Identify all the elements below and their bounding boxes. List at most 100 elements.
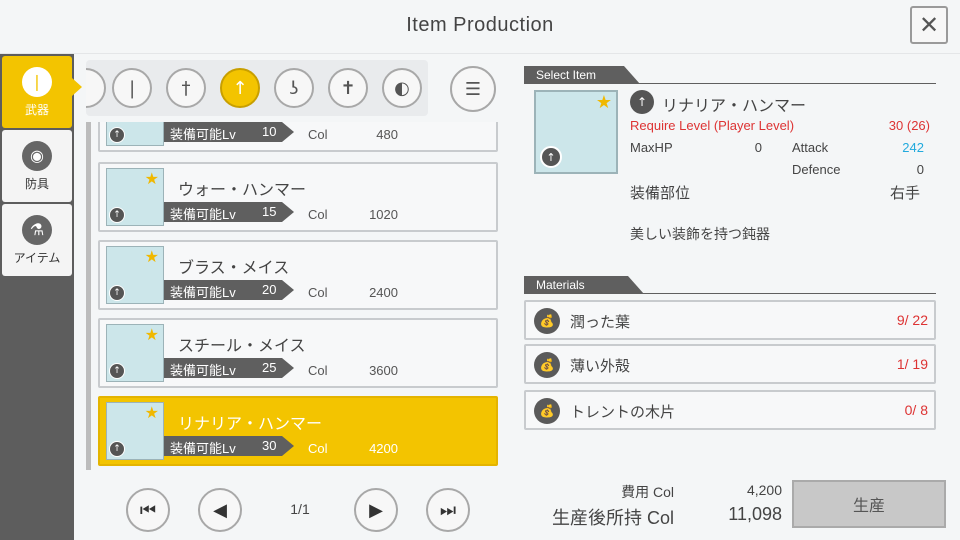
level-strip: 装備可能Lv 10 (164, 122, 294, 142)
skip-last-icon: ⏭ (439, 499, 457, 521)
filter-mace-button[interactable]: ↑ (220, 68, 260, 108)
selected-item-name: リナリア・ハンマー (662, 96, 807, 115)
item-thumbnail: ★ ↑ (106, 324, 164, 382)
axe-icon: ʖ (289, 77, 299, 99)
filter-shield-button[interactable]: ◐ (382, 68, 422, 108)
level-value: 20 (262, 282, 277, 297)
item-name: ウォー・ハンマー (178, 180, 307, 199)
list-item[interactable]: ↑ 装備可能Lv 10 Col 480 (98, 122, 498, 152)
title-bar: Item Production ✕ (0, 0, 960, 54)
armor-icon: ◉ (22, 140, 52, 171)
item-name: スチール・メイス (178, 336, 306, 355)
category-sidebar: ❘ 武器 ◉ 防具 ⚗ アイテム (0, 54, 74, 540)
close-icon: ✕ (918, 11, 940, 39)
sort-icon: ☰ (464, 78, 482, 100)
material-row[interactable]: 💰 潤った葉 9/ 22 (524, 300, 936, 340)
active-category-pointer (72, 78, 82, 96)
sort-button[interactable]: ☰ (450, 66, 496, 112)
attack-label: Attack (792, 140, 829, 155)
first-page-button[interactable]: ⏮ (126, 488, 170, 532)
next-icon: ▶ (369, 499, 383, 521)
item-name: リナリア・ハンマー (178, 414, 323, 433)
material-bag-icon: 💰 (534, 308, 560, 334)
slot-value: 右手 (889, 184, 920, 202)
filter-partial-button[interactable] (86, 68, 106, 108)
rapier-icon: † (181, 77, 191, 99)
sword-icon: ❘ (124, 77, 140, 99)
filter-sword-button[interactable]: ❘ (112, 68, 152, 108)
filter-axe-button[interactable]: ʖ (274, 68, 314, 108)
list-item[interactable]: ★ ↑ スチール・メイス 装備可能Lv 25 Col 3600 (98, 318, 498, 388)
sidebar-item-weapons[interactable]: ❘ 武器 (2, 56, 72, 128)
level-value: 10 (262, 124, 277, 139)
cost-label: 費用 Col (621, 484, 674, 500)
col-value: 2400 (369, 285, 398, 300)
level-value: 25 (262, 360, 277, 375)
level-label: 装備可能Lv (170, 207, 236, 222)
produce-button[interactable]: 生産 (792, 480, 946, 528)
filter-spear-button[interactable]: ✝ (328, 68, 368, 108)
level-label: 装備可能Lv (170, 127, 236, 142)
maxhp-value: 0 (754, 140, 762, 155)
level-label: 装備可能Lv (170, 285, 236, 300)
col-value: 3600 (369, 363, 398, 378)
level-strip: 装備可能Lv 25 (164, 358, 294, 378)
material-row[interactable]: 💰 トレントの木片 0/ 8 (524, 390, 936, 430)
page-indicator: 1/1 (290, 501, 310, 517)
list-item[interactable]: ★ ↑ ウォー・ハンマー 装備可能Lv 15 Col 1020 (98, 162, 498, 232)
item-thumbnail: ★ ↑ (106, 168, 164, 226)
material-count: 0/ 8 (904, 402, 928, 418)
sidebar-item-label: アイテム (13, 250, 61, 265)
mace-icon: ↑ (232, 77, 248, 99)
mace-icon: ↑ (630, 90, 654, 114)
material-row[interactable]: 💰 薄い外殻 1/ 19 (524, 344, 936, 384)
material-name: 潤った葉 (570, 313, 631, 331)
mace-icon: ↑ (109, 127, 125, 143)
sidebar-item-items[interactable]: ⚗ アイテム (2, 204, 72, 276)
list-item[interactable]: ★ ↑ ブラス・メイス 装備可能Lv 20 Col 2400 (98, 240, 498, 310)
last-page-button[interactable]: ⏭ (426, 488, 470, 532)
item-thumbnail: ★ ↑ (106, 246, 164, 304)
require-level-label: Require Level (Player Level) (630, 118, 795, 133)
item-list: ↑ 装備可能Lv 10 Col 480 ★ ↑ ウォー・ハンマー 装備可能Lv 15 … (86, 122, 506, 470)
after-production-label: 生産後所持 Col (551, 508, 674, 528)
list-item-selected[interactable]: ★ ↑ リナリア・ハンマー 装備可能Lv 30 Col 4200 (98, 396, 498, 466)
col-label: Col (308, 207, 328, 222)
shield-icon: ◐ (394, 77, 410, 99)
level-label: 装備可能Lv (170, 441, 236, 456)
col-value: 4200 (369, 441, 398, 456)
material-count: 9/ 22 (896, 312, 928, 328)
maxhp-label: MaxHP (630, 140, 673, 155)
sidebar-item-label: 防具 (24, 176, 49, 191)
window-title: Item Production (406, 14, 554, 36)
slot-label: 装備部位 (630, 184, 691, 202)
require-level-value: 30 (26) (888, 118, 930, 133)
sword-icon: ❘ (22, 66, 52, 97)
prev-icon: ◀ (213, 499, 227, 521)
weapon-type-filter-bar[interactable]: ❘ † ↑ ʖ ✝ ◐ (86, 60, 428, 116)
col-label: Col (308, 285, 328, 300)
next-page-button[interactable]: ▶ (354, 488, 398, 532)
prev-page-button[interactable]: ◀ (198, 488, 242, 532)
col-value: 1020 (369, 207, 398, 222)
material-name: トレントの木片 (570, 403, 676, 421)
col-label: Col (308, 441, 328, 456)
star-icon: ★ (144, 247, 159, 266)
filter-rapier-button[interactable]: † (166, 68, 206, 108)
divider (524, 83, 936, 84)
item-description: 美しい装飾を持つ鈍器 (630, 227, 770, 243)
skip-first-icon: ⏮ (139, 499, 157, 521)
item-thumbnail: ★ ↑ (106, 402, 164, 460)
sidebar-item-armor[interactable]: ◉ 防具 (2, 130, 72, 202)
level-label: 装備可能Lv (170, 363, 236, 378)
material-bag-icon: 💰 (534, 352, 560, 378)
cost-value: 4,200 (746, 482, 782, 498)
level-value: 15 (262, 204, 277, 219)
star-icon: ★ (144, 169, 159, 188)
star-icon: ★ (595, 92, 612, 113)
after-production-value: 11,098 (728, 504, 782, 524)
defence-value: 0 (916, 162, 924, 177)
col-label: Col (308, 363, 328, 378)
close-button[interactable]: ✕ (910, 6, 948, 44)
item-thumbnail: ↑ (106, 122, 164, 146)
